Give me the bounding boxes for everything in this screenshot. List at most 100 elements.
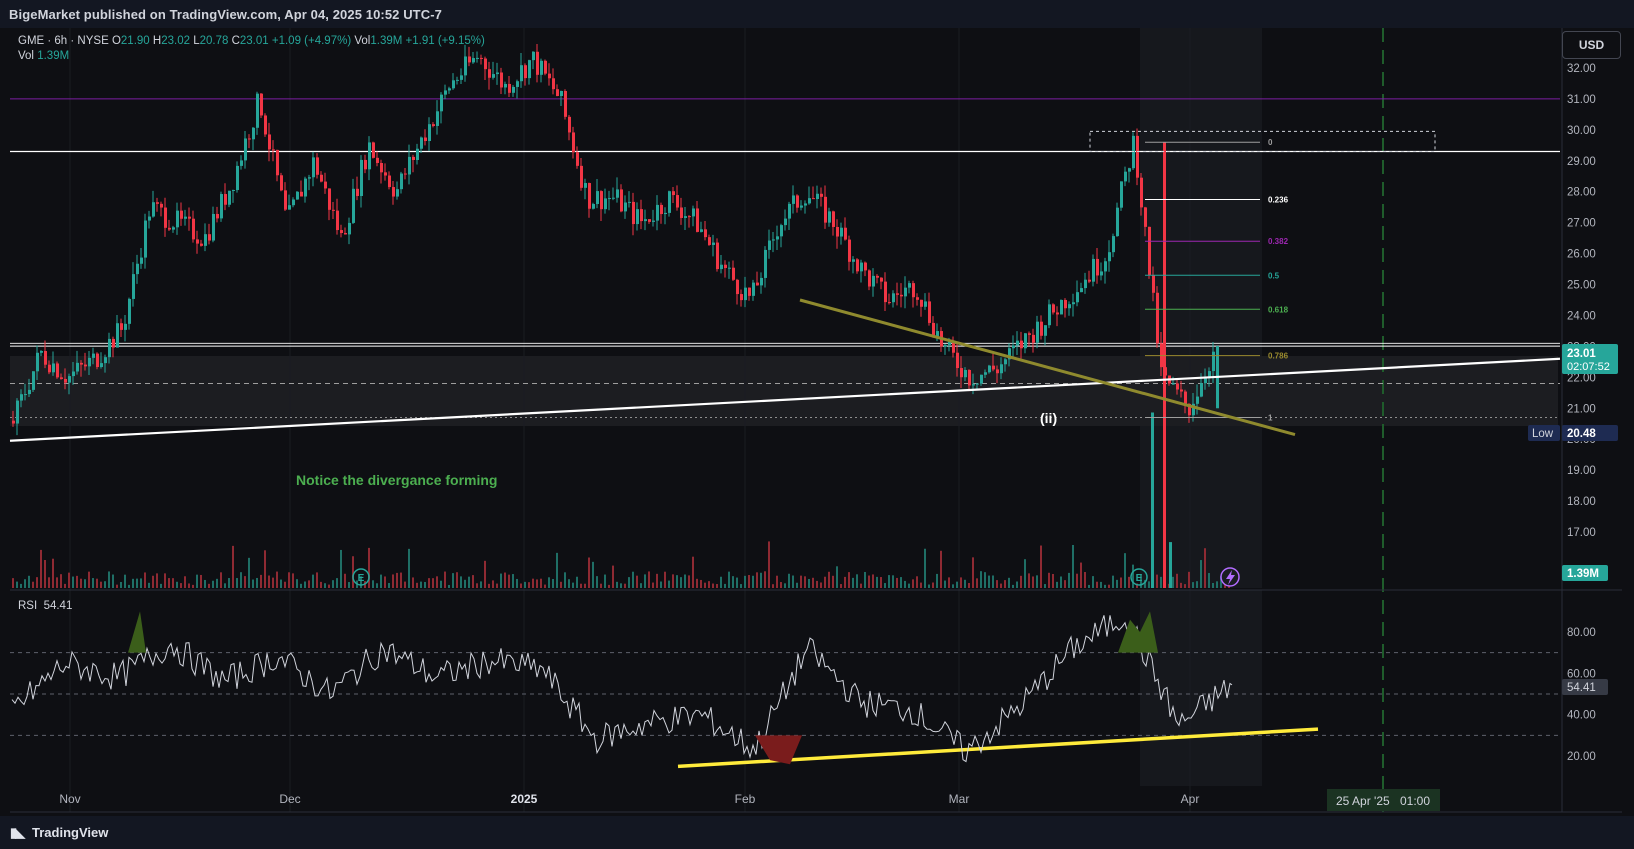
candle-body [628, 201, 631, 203]
volume-bar [56, 577, 58, 588]
volume-bar [60, 574, 62, 588]
volume-bar [876, 576, 878, 588]
candle-body [696, 208, 699, 232]
symbol-legend: GME · 6h · NYSE O21.90 H23.02 L20.78 C23… [18, 35, 485, 62]
volume-bar [764, 571, 766, 588]
volume-bar [868, 575, 870, 588]
volume-bar [412, 577, 414, 588]
chart-canvas[interactable]: 0 0.236 0.382 0.5 0.618 0.786 1 Nov Dec 2025 Feb M… [0, 28, 1634, 816]
candle-body [1128, 168, 1131, 172]
volume-bar [1012, 584, 1014, 588]
candle-body [924, 301, 927, 307]
candle-body [680, 207, 683, 218]
candle-body [164, 207, 167, 228]
volume-bar [1108, 584, 1110, 588]
candle-body [348, 222, 351, 235]
candle-body [264, 115, 267, 135]
candle-body [660, 204, 663, 215]
candle-body [636, 209, 639, 225]
candle-body [820, 193, 823, 197]
candle-body [960, 368, 963, 378]
candle-body [572, 132, 575, 153]
volume-bar [792, 575, 794, 588]
candle-body [76, 362, 79, 372]
candle-body [616, 189, 619, 198]
publisher-text: BigeMarket published on TradingView.com,… [9, 7, 442, 22]
volume-bar [228, 578, 230, 588]
volume-bar [800, 575, 802, 588]
candle-body [640, 209, 643, 222]
volume-bar [772, 584, 774, 588]
volume-bar [552, 578, 554, 588]
volume-bar [536, 579, 538, 588]
candle-body [32, 371, 35, 390]
volume-bar [700, 579, 702, 588]
volume-bar [948, 577, 950, 588]
candle-body [1144, 207, 1147, 227]
candle-body [324, 181, 327, 189]
volume-bar [444, 571, 446, 588]
volume-bar [928, 584, 930, 588]
candle-body [916, 297, 919, 300]
candle-body [528, 60, 531, 79]
volume-bar [916, 576, 918, 588]
volume-bar [668, 580, 670, 588]
volume-bar [1088, 584, 1090, 588]
svg-text:E: E [358, 573, 365, 584]
symbol-label[interactable]: GME · 6h · NYSE [18, 35, 109, 47]
volume-bar [496, 583, 498, 588]
volume-bar [860, 583, 862, 588]
volume-bar [572, 582, 574, 588]
volume-bar [256, 577, 258, 588]
candle-body [1040, 321, 1043, 336]
volume-bar [1180, 582, 1182, 588]
volume-bar [1196, 581, 1198, 588]
candle-body [112, 338, 115, 348]
volume-bar [236, 578, 238, 588]
volume-bar [112, 574, 114, 588]
y-tick-label: 32.00 [1567, 63, 1596, 75]
tradingview-logo[interactable]: ▮◣ TradingView [10, 825, 108, 841]
volume-bar [596, 576, 598, 588]
volume-bar [192, 584, 194, 588]
wave-label: (ii) [1040, 410, 1058, 426]
volume-bar [980, 571, 982, 588]
volume-bar [168, 578, 170, 588]
y-tick-label: 19.00 [1567, 465, 1596, 477]
svg-text:1.39M: 1.39M [1567, 568, 1599, 580]
volume-bar [856, 574, 858, 588]
candle-body [724, 264, 727, 269]
y-tick-label: 22.00 [1567, 372, 1596, 384]
volume-bar [684, 574, 686, 588]
volume-bar [716, 584, 718, 588]
divergence-note: Notice the divergance forming [296, 472, 498, 488]
candle-body [1096, 258, 1099, 276]
currency-button[interactable]: USD [1562, 31, 1621, 59]
candle-body [1020, 340, 1023, 349]
candle-body [144, 220, 147, 258]
volume-bar [144, 572, 146, 588]
volume-bar [640, 583, 642, 588]
candle-body [180, 210, 183, 219]
volume-bar [1176, 573, 1178, 588]
candle-body [728, 267, 731, 269]
volume-bar [688, 575, 690, 588]
volume-bar [488, 583, 490, 588]
candle-body [856, 259, 859, 272]
candle-body [716, 242, 719, 270]
candle-body [832, 211, 835, 227]
volume-bar [912, 579, 914, 588]
volume-bar [336, 578, 338, 588]
x-tick-label: Nov [59, 792, 80, 806]
candle-body [1156, 292, 1159, 344]
candle-body [672, 191, 675, 196]
lightning-icon[interactable] [1220, 567, 1240, 587]
volume-bar [320, 581, 322, 588]
volume-bar [100, 581, 102, 588]
candle-body [388, 175, 391, 188]
candle-body [492, 74, 495, 78]
candle-body [876, 275, 879, 278]
candle-body [148, 216, 151, 221]
volume-bar [600, 583, 602, 588]
candle-body [524, 65, 527, 79]
